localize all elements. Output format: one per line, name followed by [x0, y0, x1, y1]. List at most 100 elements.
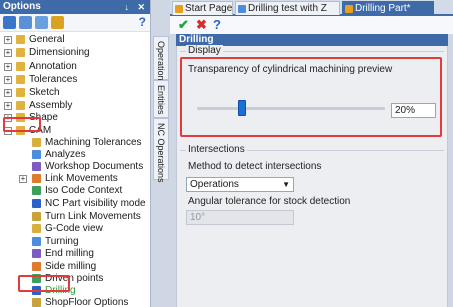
- expand-icon[interactable]: +: [4, 49, 12, 57]
- side-tab-nc-operations[interactable]: NC Operations: [153, 118, 169, 183]
- tree-item-label: End milling: [45, 248, 94, 259]
- expand-icon[interactable]: +: [4, 63, 12, 71]
- side-tab-operations[interactable]: Operations: [153, 36, 169, 85]
- tree-item-turning[interactable]: Turning: [0, 236, 150, 248]
- link-movements-icon: [32, 174, 41, 183]
- collapse-all-icon[interactable]: [19, 16, 32, 29]
- tree-item-label: NC Part visibility mode: [45, 198, 146, 209]
- tree-item-general[interactable]: + General: [0, 34, 150, 46]
- method-select-value: Operations: [190, 179, 239, 190]
- machining-tolerances-icon: [32, 138, 41, 147]
- folder-icon: [16, 62, 25, 71]
- tree-item-label: Machining Tolerances: [45, 137, 142, 148]
- side-tab-entities-label: Entities: [156, 85, 166, 115]
- transparency-value-field[interactable]: 20%: [391, 103, 436, 118]
- tree-item-label: Tolerances: [29, 74, 78, 85]
- tree-item-nc-part-visibility-mode[interactable]: NC Part visibility mode: [0, 198, 150, 210]
- tree-item-link-movements[interactable]: + Link Movements: [0, 173, 150, 185]
- shopfloor-options-icon: [32, 298, 41, 307]
- tree-item-label: ShopFloor Options: [45, 297, 129, 307]
- tree-item-dimensioning[interactable]: + Dimensioning: [0, 47, 150, 59]
- tree-item-label: Side milling: [45, 261, 97, 272]
- tree-item-tolerances[interactable]: + Tolerances: [0, 74, 150, 86]
- action-bar: ✔ ✖ ?: [170, 16, 453, 34]
- help-icon[interactable]: ?: [213, 18, 221, 31]
- side-tab-entities[interactable]: Entities: [153, 80, 169, 118]
- transparency-label: Transparency of cylindrical machining pr…: [188, 64, 393, 75]
- side-milling-icon: [32, 262, 41, 271]
- cancel-x-icon[interactable]: ✖: [196, 18, 207, 31]
- options-titlebar: Options ↓ ✕: [0, 0, 150, 14]
- g-code-view-icon: [32, 224, 41, 233]
- transparency-slider-track[interactable]: [197, 107, 385, 110]
- tab-drilling-part[interactable]: Drilling Part*: [342, 1, 434, 15]
- tab-start-page[interactable]: Start Page: [172, 1, 233, 15]
- tree-item-annotation[interactable]: + Annotation: [0, 61, 150, 73]
- options-title: Options: [3, 1, 41, 12]
- folder-icon: [16, 88, 25, 97]
- workshop-documents-icon: [32, 162, 41, 171]
- tree-item-label: Turn Link Movements: [45, 211, 141, 222]
- side-tab-nc-operations-label: NC Operations: [156, 123, 166, 183]
- tree-item-machining-tolerances[interactable]: Machining Tolerances: [0, 137, 150, 149]
- tree-item-label: Workshop Documents: [45, 161, 144, 172]
- tree-item-side-milling[interactable]: Side milling: [0, 261, 150, 273]
- drilling-highlight: [18, 275, 70, 292]
- help-icon[interactable]: ?: [139, 15, 146, 29]
- tree-item-label: General: [29, 34, 65, 45]
- turn-link-movements-icon: [32, 212, 41, 221]
- display-group-label: Display: [186, 45, 223, 56]
- tree-item-workshop-documents[interactable]: Workshop Documents: [0, 161, 150, 173]
- cam-highlight: [3, 117, 41, 132]
- tree-item-end-milling[interactable]: End milling: [0, 248, 150, 260]
- transparency-slider-thumb[interactable]: [238, 100, 246, 116]
- ok-check-icon[interactable]: ✔: [178, 18, 189, 31]
- start-page-icon: [175, 5, 183, 13]
- tree-item-label: Assembly: [29, 100, 73, 111]
- export-icon[interactable]: [51, 16, 64, 29]
- folder-icon: [16, 48, 25, 57]
- tree-item-label: Sketch: [29, 87, 60, 98]
- tree-item-label: Dimensioning: [29, 47, 90, 58]
- folder-icon: [16, 75, 25, 84]
- options-toolbar: ?: [0, 14, 150, 32]
- expand-icon[interactable]: +: [4, 89, 12, 97]
- tree-item-label: Iso Code Context: [45, 185, 123, 196]
- tree-item-iso-code-context[interactable]: Iso Code Context: [0, 185, 150, 197]
- tree-item-label: G-Code view: [45, 223, 103, 234]
- tree-item-label: Turning: [45, 236, 79, 247]
- method-select[interactable]: Operations ▼: [186, 177, 294, 192]
- filter-icon[interactable]: [35, 16, 48, 29]
- expand-icon[interactable]: +: [4, 102, 12, 110]
- tab-drilling-test-label: Drilling test with Z: [248, 3, 327, 14]
- tree-item-label: Annotation: [29, 61, 77, 72]
- angular-tolerance-label: Angular tolerance for stock detection: [188, 196, 351, 207]
- iso-code-context-icon: [32, 186, 41, 195]
- angular-tolerance-field[interactable]: 10°: [186, 210, 294, 225]
- expand-icon[interactable]: +: [4, 76, 12, 84]
- pin-close-icons[interactable]: ↓ ✕: [124, 0, 148, 14]
- expand-all-icon[interactable]: [3, 16, 16, 29]
- part-icon: [345, 5, 353, 13]
- folder-icon: [16, 101, 25, 110]
- tree-item-g-code-view[interactable]: G-Code view: [0, 223, 150, 235]
- tree-item-turn-link-movements[interactable]: Turn Link Movements: [0, 211, 150, 223]
- folder-icon: [16, 35, 25, 44]
- expand-icon[interactable]: +: [19, 175, 27, 183]
- tree-item-label: Analyzes: [45, 149, 86, 160]
- tree-item-label: Link Movements: [45, 173, 118, 184]
- intersections-group-label: Intersections: [186, 144, 247, 155]
- part-icon: [238, 5, 246, 13]
- end-milling-icon: [32, 249, 41, 258]
- tree-item-analyzes[interactable]: Analyzes: [0, 149, 150, 161]
- document-tabs: Start Page Drilling test with Z Drilling…: [170, 0, 453, 16]
- analyzes-icon: [32, 150, 41, 159]
- turning-icon: [32, 237, 41, 246]
- tree-item-assembly[interactable]: + Assembly: [0, 100, 150, 112]
- method-label: Method to detect intersections: [188, 161, 322, 172]
- tree-item-sketch[interactable]: + Sketch: [0, 87, 150, 99]
- expand-icon[interactable]: +: [4, 36, 12, 44]
- tab-start-page-label: Start Page: [185, 3, 233, 14]
- tab-drilling-test[interactable]: Drilling test with Z: [235, 1, 340, 15]
- tree-item-shopfloor-options[interactable]: ShopFloor Options: [0, 297, 150, 307]
